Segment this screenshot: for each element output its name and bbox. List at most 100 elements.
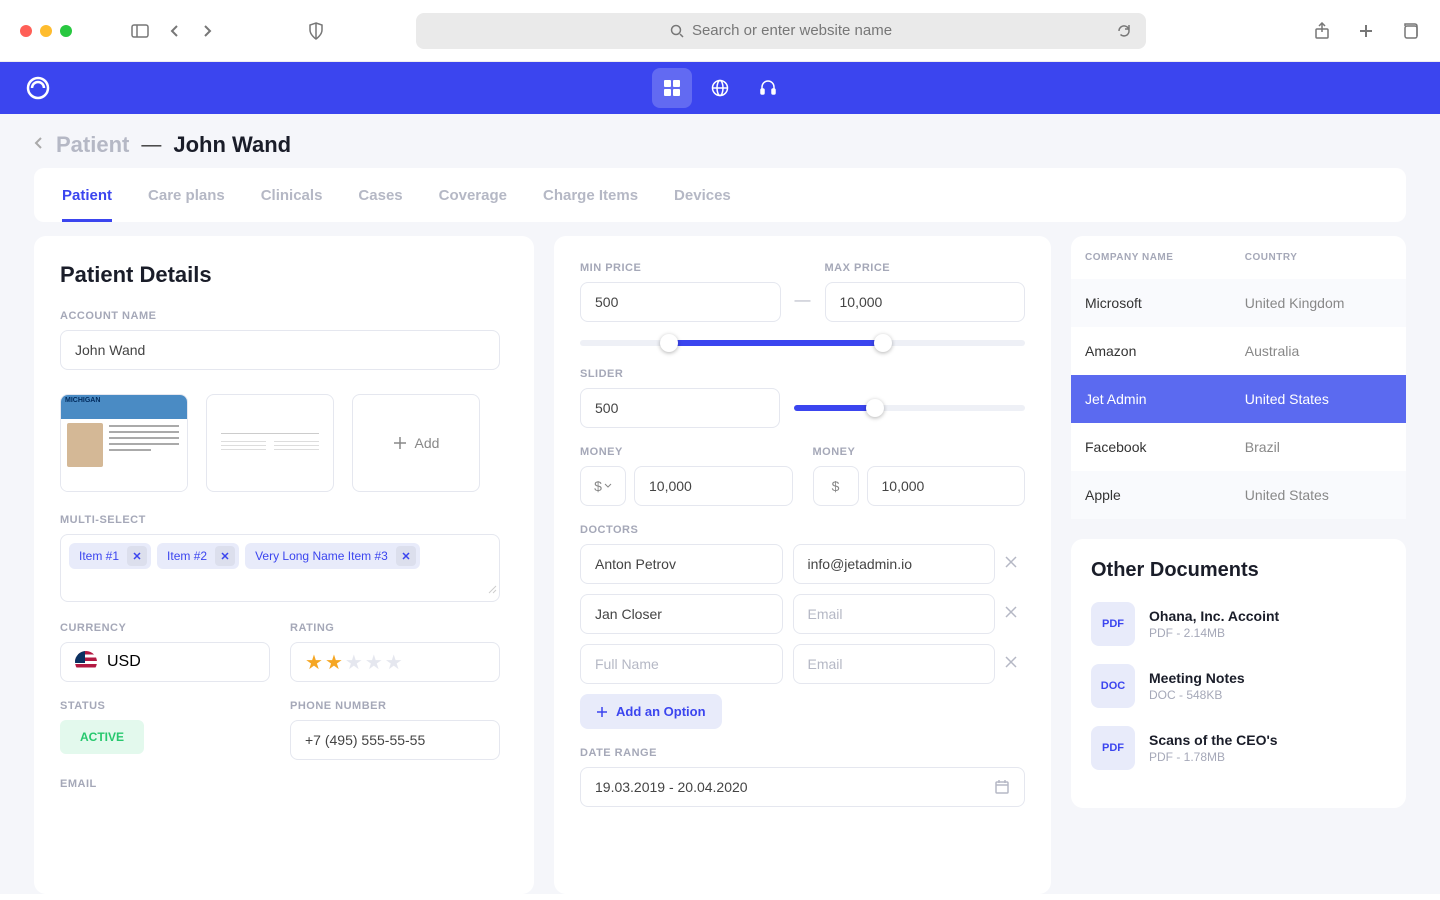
chip-remove-icon[interactable] bbox=[396, 546, 416, 566]
account-name-input[interactable] bbox=[60, 330, 500, 370]
dashboard-icon[interactable] bbox=[652, 68, 692, 108]
min-price-input[interactable] bbox=[580, 282, 781, 322]
document-name: Ohana, Inc. Accoint bbox=[1149, 608, 1386, 624]
refresh-icon[interactable] bbox=[1114, 21, 1134, 41]
single-slider[interactable] bbox=[794, 405, 1025, 411]
table-row[interactable]: MicrosoftUnited Kingdom bbox=[1071, 279, 1406, 327]
us-flag-icon bbox=[75, 651, 97, 673]
search-icon bbox=[670, 24, 684, 38]
email-label: EMAIL bbox=[60, 778, 508, 790]
add-tab-icon[interactable] bbox=[1356, 21, 1376, 41]
money-input-1[interactable] bbox=[634, 466, 793, 506]
max-price-input[interactable] bbox=[825, 282, 1026, 322]
slider-thumb-max[interactable] bbox=[874, 334, 892, 352]
money-input-2[interactable] bbox=[867, 466, 1026, 506]
remove-doctor-icon[interactable] bbox=[1005, 605, 1025, 623]
globe-icon[interactable] bbox=[700, 68, 740, 108]
maximize-window[interactable] bbox=[60, 25, 72, 37]
tab-care-plans[interactable]: Care plans bbox=[148, 168, 225, 222]
app-header bbox=[0, 62, 1440, 114]
table-row[interactable]: Jet AdminUnited States bbox=[1071, 375, 1406, 423]
breadcrumb: Patient — John Wand bbox=[0, 114, 1440, 168]
breadcrumb-back-icon[interactable] bbox=[34, 136, 44, 155]
currency-prefix-2[interactable]: $ bbox=[813, 466, 859, 506]
chip[interactable]: Item #1 bbox=[69, 543, 151, 569]
document-meta: PDF - 2.14MB bbox=[1149, 626, 1386, 640]
doctor-row bbox=[580, 594, 1025, 634]
rating-label: RATING bbox=[290, 622, 500, 634]
chip-remove-icon[interactable] bbox=[127, 546, 147, 566]
share-icon[interactable] bbox=[1312, 21, 1332, 41]
max-price-label: MAX PRICE bbox=[825, 262, 1026, 274]
add-document-button[interactable]: Add bbox=[352, 394, 480, 492]
document-item[interactable]: PDF Ohana, Inc. Accoint PDF - 2.14MB bbox=[1091, 602, 1386, 646]
breadcrumb-section[interactable]: Patient bbox=[56, 132, 129, 158]
currency-select[interactable]: USD bbox=[60, 642, 270, 682]
tab-cases[interactable]: Cases bbox=[358, 168, 402, 222]
doctor-email-input[interactable] bbox=[793, 644, 996, 684]
table-row[interactable]: AmazonAustralia bbox=[1071, 327, 1406, 375]
tab-charge-items[interactable]: Charge Items bbox=[543, 168, 638, 222]
slider-thumb-min[interactable] bbox=[660, 334, 678, 352]
phone-input[interactable] bbox=[290, 720, 500, 760]
tabs-icon[interactable] bbox=[1400, 21, 1420, 41]
slider-input[interactable] bbox=[580, 388, 780, 428]
remove-doctor-icon[interactable] bbox=[1005, 655, 1025, 673]
chip-remove-icon[interactable] bbox=[215, 546, 235, 566]
star-icon[interactable]: ★ bbox=[325, 650, 343, 675]
minimize-window[interactable] bbox=[40, 25, 52, 37]
add-option-label: Add an Option bbox=[616, 704, 706, 719]
range-separator: — bbox=[795, 292, 811, 310]
close-window[interactable] bbox=[20, 25, 32, 37]
chip-label: Item #1 bbox=[79, 549, 119, 563]
other-documents-title: Other Documents bbox=[1091, 559, 1386, 582]
company-header: COMPANY NAME bbox=[1071, 236, 1231, 279]
add-option-button[interactable]: Add an Option bbox=[580, 694, 722, 729]
address-bar-text: Search or enter website name bbox=[692, 22, 892, 39]
rating-field[interactable]: ★★★★★ bbox=[290, 642, 500, 682]
form-card: MIN PRICE — MAX PRICE SLIDER bbox=[554, 236, 1051, 894]
star-icon[interactable]: ★ bbox=[345, 650, 363, 675]
calendar-icon bbox=[994, 779, 1010, 795]
currency-prefix-1[interactable]: $ bbox=[580, 466, 626, 506]
document-thumbnail-2[interactable] bbox=[206, 394, 334, 492]
forward-icon[interactable] bbox=[198, 21, 218, 41]
tab-devices[interactable]: Devices bbox=[674, 168, 731, 222]
headset-icon[interactable] bbox=[748, 68, 788, 108]
single-slider-thumb[interactable] bbox=[866, 399, 884, 417]
table-row[interactable]: FacebookBrazil bbox=[1071, 423, 1406, 471]
breadcrumb-name: John Wand bbox=[173, 132, 291, 158]
star-icon[interactable]: ★ bbox=[365, 650, 383, 675]
doctor-email-input[interactable] bbox=[793, 544, 996, 584]
phone-label: PHONE NUMBER bbox=[290, 700, 500, 712]
document-item[interactable]: DOC Meeting Notes DOC - 548KB bbox=[1091, 664, 1386, 708]
app-logo-icon[interactable] bbox=[24, 74, 52, 102]
tab-patient[interactable]: Patient bbox=[62, 168, 112, 222]
price-range-slider[interactable] bbox=[580, 340, 1025, 346]
table-row[interactable]: AppleUnited States bbox=[1071, 471, 1406, 519]
multi-select-field[interactable]: Item #1 Item #2Very Long Name Item #3 bbox=[60, 534, 500, 602]
chip[interactable]: Very Long Name Item #3 bbox=[245, 543, 420, 569]
plus-icon bbox=[596, 706, 608, 718]
doctor-name-input[interactable] bbox=[580, 544, 783, 584]
shield-icon[interactable] bbox=[306, 21, 326, 41]
document-item[interactable]: PDF Scans of the CEO's PDF - 1.78MB bbox=[1091, 726, 1386, 770]
remove-doctor-icon[interactable] bbox=[1005, 555, 1025, 573]
back-icon[interactable] bbox=[164, 21, 184, 41]
doctors-label: DOCTORS bbox=[580, 524, 1025, 536]
other-documents-card: Other Documents PDF Ohana, Inc. Accoint … bbox=[1071, 539, 1406, 808]
doctor-name-input[interactable] bbox=[580, 644, 783, 684]
chip[interactable]: Item #2 bbox=[157, 543, 239, 569]
address-bar[interactable]: Search or enter website name bbox=[416, 13, 1146, 49]
tab-coverage[interactable]: Coverage bbox=[439, 168, 507, 222]
tab-clinicals[interactable]: Clinicals bbox=[261, 168, 323, 222]
date-range-input[interactable]: 19.03.2019 - 20.04.2020 bbox=[580, 767, 1025, 807]
star-icon[interactable]: ★ bbox=[385, 650, 403, 675]
doctor-name-input[interactable] bbox=[580, 594, 783, 634]
file-type-icon: PDF bbox=[1091, 726, 1135, 770]
doctor-email-input[interactable] bbox=[793, 594, 996, 634]
document-thumbnail-1[interactable] bbox=[60, 394, 188, 492]
resize-handle-icon[interactable] bbox=[487, 581, 497, 599]
star-icon[interactable]: ★ bbox=[305, 650, 323, 675]
sidebar-toggle-icon[interactable] bbox=[130, 21, 150, 41]
